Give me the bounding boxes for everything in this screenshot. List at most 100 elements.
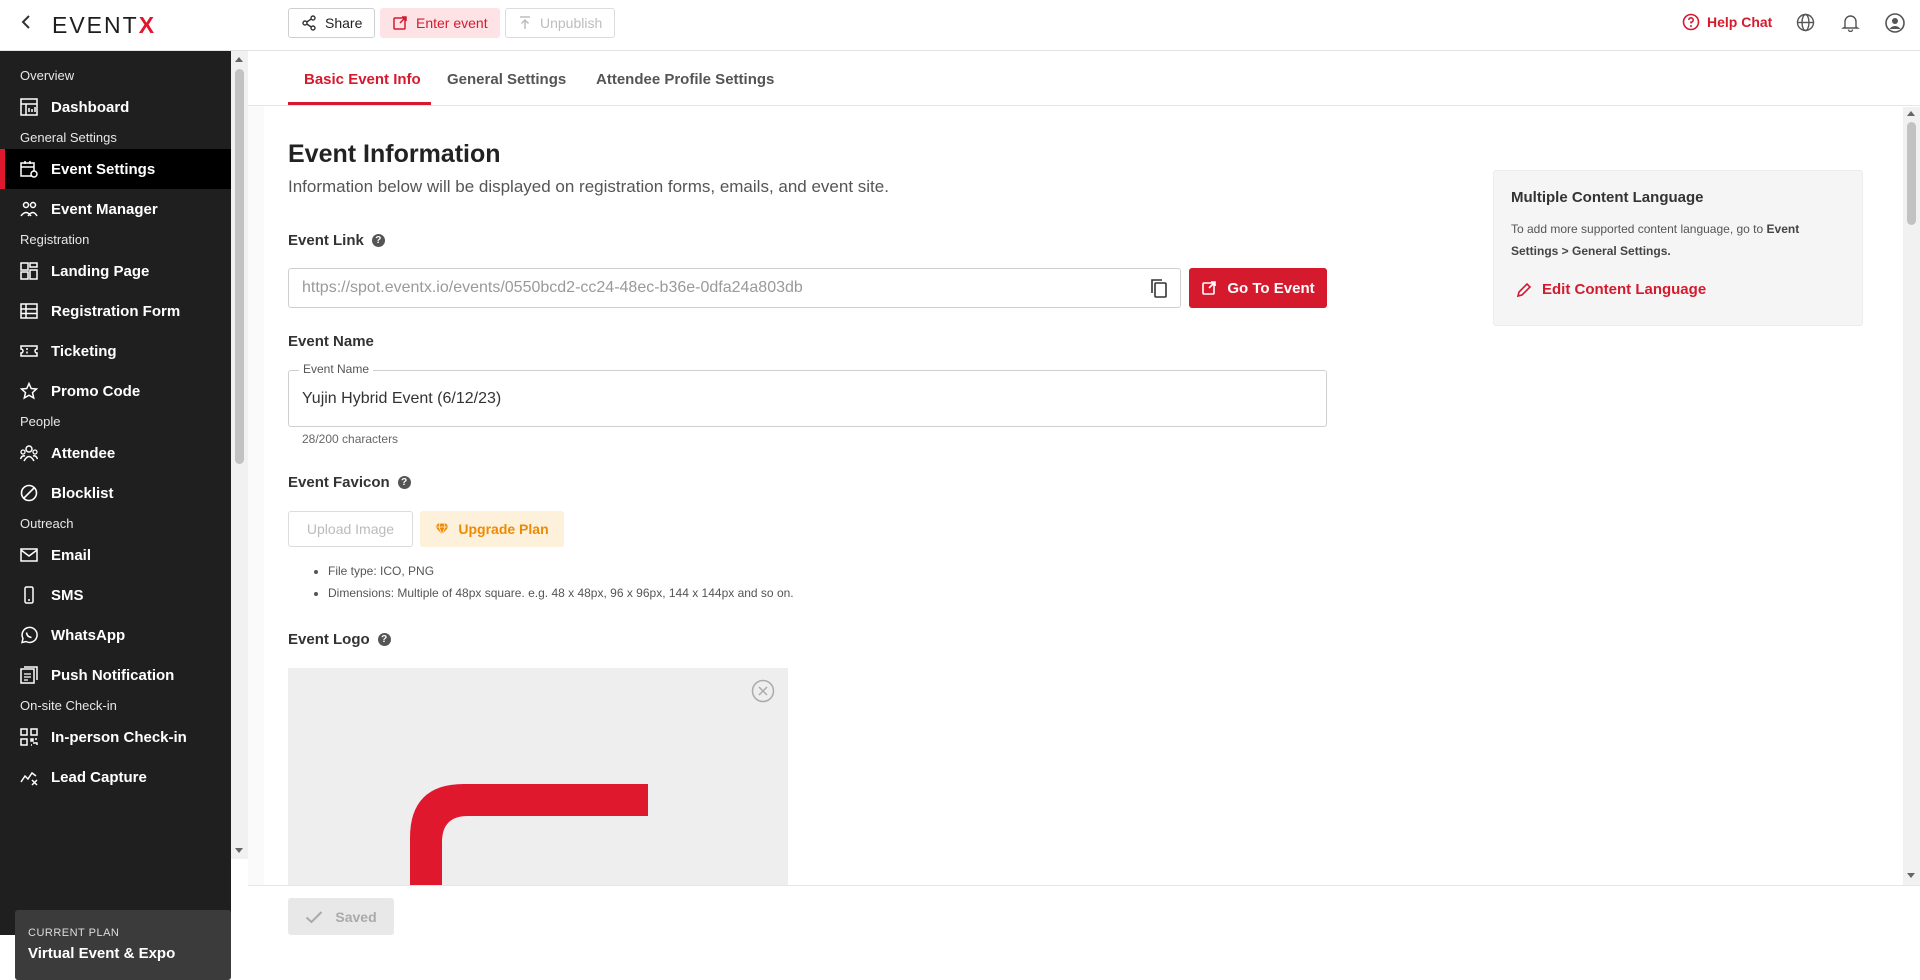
- table-icon: [20, 302, 38, 320]
- enter-event-label: Enter event: [416, 15, 488, 31]
- sidebar-item-ticketing[interactable]: Ticketing: [0, 331, 231, 371]
- sidebar-item-attendee[interactable]: Attendee: [0, 433, 231, 473]
- attendee-icon: [20, 444, 38, 462]
- sidebar-item-push-notification[interactable]: Push Notification: [0, 655, 231, 695]
- main-scrollbar[interactable]: [1903, 107, 1920, 885]
- scroll-up-arrow-icon[interactable]: [1907, 111, 1915, 116]
- help-tooltip-icon[interactable]: ?: [371, 234, 385, 247]
- current-plan-value: Virtual Event & Expo: [28, 945, 176, 962]
- event-link-field[interactable]: https://spot.eventx.io/events/0550bcd2-c…: [288, 268, 1181, 308]
- sidebar-item-event-manager[interactable]: Event Manager: [0, 189, 231, 229]
- help-chat-button[interactable]: Help Chat: [1682, 13, 1772, 31]
- edit-content-language-button[interactable]: Edit Content Language: [1516, 281, 1706, 298]
- external-link-icon: [392, 15, 408, 31]
- saved-button[interactable]: Saved: [288, 898, 394, 935]
- share-button[interactable]: Share: [288, 8, 376, 38]
- globe-icon[interactable]: [1796, 13, 1815, 32]
- qr-icon: [20, 728, 38, 746]
- sidebar-section-title: Registration: [20, 232, 90, 247]
- event-name-value: Yujin Hybrid Event (6/12/23): [302, 390, 502, 407]
- block-icon: [20, 484, 38, 502]
- sidebar-item-landing-page[interactable]: Landing Page: [0, 251, 231, 291]
- event-name-label-text: Event Name: [288, 333, 374, 350]
- help-tooltip-icon[interactable]: ?: [397, 476, 411, 489]
- people-icon: [20, 200, 38, 218]
- help-tooltip-icon[interactable]: ?: [377, 633, 391, 646]
- sidebar-item-blocklist[interactable]: Blocklist: [0, 473, 231, 513]
- help-icon: [1682, 13, 1700, 31]
- sidebar-item-label: SMS: [51, 586, 84, 604]
- scroll-up-arrow-icon[interactable]: [235, 57, 243, 62]
- sidebar-item-label: Push Notification: [51, 666, 175, 684]
- event-favicon-label-text: Event Favicon: [288, 474, 390, 491]
- sidebar-item-whatsapp[interactable]: WhatsApp: [0, 615, 231, 655]
- event-link-value: https://spot.eventx.io/events/0550bcd2-c…: [302, 279, 803, 296]
- sidebar-item-label: Registration Form: [51, 302, 181, 320]
- star-icon: [20, 382, 38, 400]
- sidebar-item-label: Lead Capture: [51, 768, 147, 786]
- sidebar-item-in-person-check-in[interactable]: In-person Check-in: [0, 717, 231, 757]
- ticket-icon: [20, 342, 38, 360]
- whatsapp-icon: [20, 626, 38, 644]
- event-logo-preview: [288, 668, 788, 886]
- content-language-description: To add more supported content language, …: [1511, 218, 1845, 262]
- upload-image-button[interactable]: Upload Image: [288, 511, 413, 547]
- main-scrollbar-thumb[interactable]: [1907, 122, 1916, 225]
- sidebar-item-event-settings[interactable]: Event Settings: [0, 149, 231, 189]
- sidebar: Overview Dashboard General Settings Event S…: [0, 51, 231, 980]
- upgrade-plan-label: Upgrade Plan: [458, 521, 549, 537]
- event-name-input[interactable]: Event Name Yujin Hybrid Event (6/12/23): [288, 362, 1327, 427]
- sidebar-item-label: WhatsApp: [51, 626, 126, 644]
- back-icon[interactable]: [18, 13, 36, 31]
- page-title: Event Information: [288, 140, 501, 168]
- tab-basic-event-info[interactable]: Basic Event Info: [304, 71, 421, 88]
- scroll-down-arrow-icon[interactable]: [1907, 873, 1915, 878]
- bell-icon[interactable]: [1841, 13, 1860, 32]
- sidebar-item-sms[interactable]: SMS: [0, 575, 231, 615]
- go-to-event-button[interactable]: Go To Event: [1189, 268, 1327, 308]
- app-logo[interactable]: EVENTX: [52, 12, 156, 39]
- unpublish-button[interactable]: Unpublish: [505, 8, 616, 38]
- sidebar-item-label: Promo Code: [51, 382, 141, 400]
- sidebar-item-label: Event Manager: [51, 200, 158, 218]
- tab-bar: Basic Event Info General Settings Attend…: [248, 51, 1920, 106]
- scroll-down-arrow-icon[interactable]: [235, 848, 243, 853]
- tab-general-settings[interactable]: General Settings: [447, 71, 566, 88]
- event-logo-label: Event Logo ?: [288, 631, 391, 648]
- sidebar-item-lead-capture[interactable]: Lead Capture: [0, 757, 231, 797]
- current-plan-key: CURRENT PLAN: [28, 927, 120, 939]
- remove-logo-icon[interactable]: [751, 679, 775, 703]
- enter-event-button[interactable]: Enter event: [380, 8, 500, 38]
- dashboard-icon: [20, 98, 38, 116]
- save-footer: Saved: [248, 885, 1920, 935]
- sidebar-item-label: In-person Check-in: [51, 728, 187, 746]
- copy-icon[interactable]: [1148, 277, 1170, 299]
- layout-icon: [20, 262, 38, 280]
- sidebar-item-label: Event Settings: [51, 160, 156, 178]
- account-icon[interactable]: [1885, 13, 1905, 33]
- push-icon: [20, 666, 38, 684]
- content-gutter: [248, 51, 264, 935]
- list-item: File type: ICO, PNG: [328, 564, 794, 578]
- sidebar-scrollbar[interactable]: [231, 51, 248, 859]
- sidebar-scrollbar-thumb[interactable]: [235, 69, 244, 464]
- current-plan-card: CURRENT PLAN Virtual Event & Expo: [15, 910, 231, 980]
- sidebar-section-title: People: [20, 414, 61, 429]
- event-link-label-text: Event Link: [288, 232, 364, 249]
- sidebar-item-registration-form[interactable]: Registration Form: [0, 291, 231, 331]
- content-language-card: Multiple Content Language To add more su…: [1493, 170, 1863, 326]
- lead-icon: [20, 768, 38, 786]
- sidebar-item-label: Blocklist: [51, 484, 114, 502]
- sidebar-item-dashboard[interactable]: Dashboard: [0, 87, 231, 127]
- share-icon: [301, 15, 317, 31]
- check-icon: [305, 910, 323, 924]
- sidebar-nav: Overview Dashboard General Settings Event S…: [0, 51, 231, 859]
- event-name-label: Event Name: [288, 333, 374, 350]
- tab-attendee-profile-settings[interactable]: Attendee Profile Settings: [596, 71, 774, 88]
- diamond-icon: [435, 523, 449, 535]
- sidebar-item-email[interactable]: Email: [0, 535, 231, 575]
- upgrade-plan-button[interactable]: Upgrade Plan: [420, 511, 564, 547]
- sidebar-item-promo-code[interactable]: Promo Code: [0, 371, 231, 411]
- sidebar-item-label: Landing Page: [51, 262, 150, 280]
- sidebar-section-title: On-site Check-in: [20, 698, 117, 713]
